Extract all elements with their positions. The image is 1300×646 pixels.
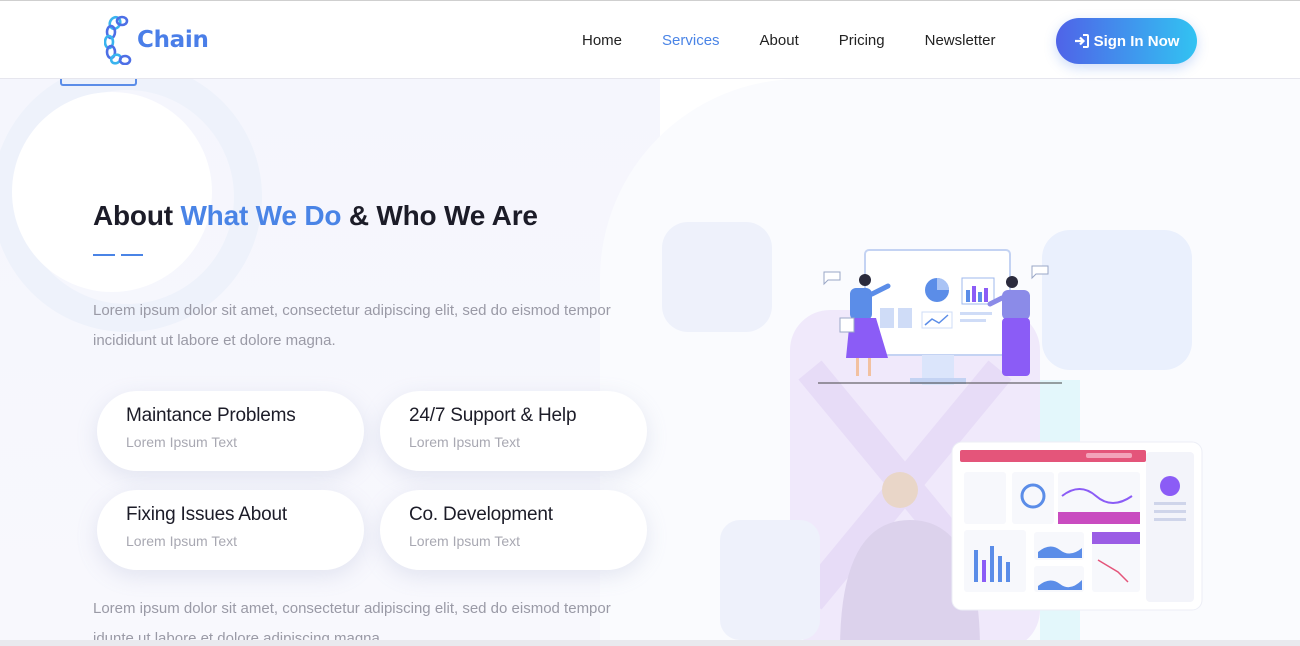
feature-subtitle: Lorem Ipsum Text [409,434,521,450]
feature-card-maintenance[interactable]: Maintance Problems Lorem Ipsum Text [97,391,364,471]
feature-cards: Maintance Problems Lorem Ipsum Text 24/7… [97,391,657,571]
nav-about[interactable]: About [760,32,799,49]
nav-newsletter[interactable]: Newsletter [925,32,996,49]
feature-title: Fixing Issues About [126,504,287,525]
brand-logo[interactable]: Chain [104,15,209,65]
nav-services[interactable]: Services [662,32,720,49]
title-accent: What We Do [180,200,342,231]
title-suffix: & Who We Are [341,200,538,231]
decorative-tab-outline [60,78,137,86]
site-header: Chain Home Services About Pricing Newsle… [0,0,1300,79]
sign-in-button[interactable]: Sign In Now [1056,18,1197,64]
section-description: Lorem ipsum dolor sit amet, consectetur … [93,302,611,349]
nav-home[interactable]: Home [582,32,622,49]
feature-card-support[interactable]: 24/7 Support & Help Lorem Ipsum Text [380,391,647,471]
horizontal-scrollbar-track[interactable] [0,640,1300,646]
title-prefix: About [93,200,181,231]
sign-in-icon [1074,34,1089,48]
team-dashboard-illustration [662,222,1203,646]
feature-title: 24/7 Support & Help [409,405,577,426]
title-underline [93,254,653,256]
nav-pricing[interactable]: Pricing [839,32,885,49]
main-nav: Home Services About Pricing Newsletter [582,32,995,49]
feature-title: Co. Development [409,504,553,525]
feature-subtitle: Lorem Ipsum Text [126,434,238,450]
brand-name: Chain [137,27,209,53]
feature-subtitle: Lorem Ipsum Text [409,533,521,549]
section-description-secondary: Lorem ipsum dolor sit amet, consectetur … [93,600,611,646]
feature-card-development[interactable]: Co. Development Lorem Ipsum Text [380,490,647,570]
section-title: About What We Do & Who We Are [93,200,653,232]
feature-card-fixing[interactable]: Fixing Issues About Lorem Ipsum Text [97,490,364,570]
sign-in-label: Sign In Now [1093,32,1180,50]
feature-title: Maintance Problems [126,405,296,426]
feature-subtitle: Lorem Ipsum Text [126,533,238,549]
chain-logo-icon [104,15,132,65]
about-section: About What We Do & Who We Are Lorem ipsu… [93,200,653,356]
